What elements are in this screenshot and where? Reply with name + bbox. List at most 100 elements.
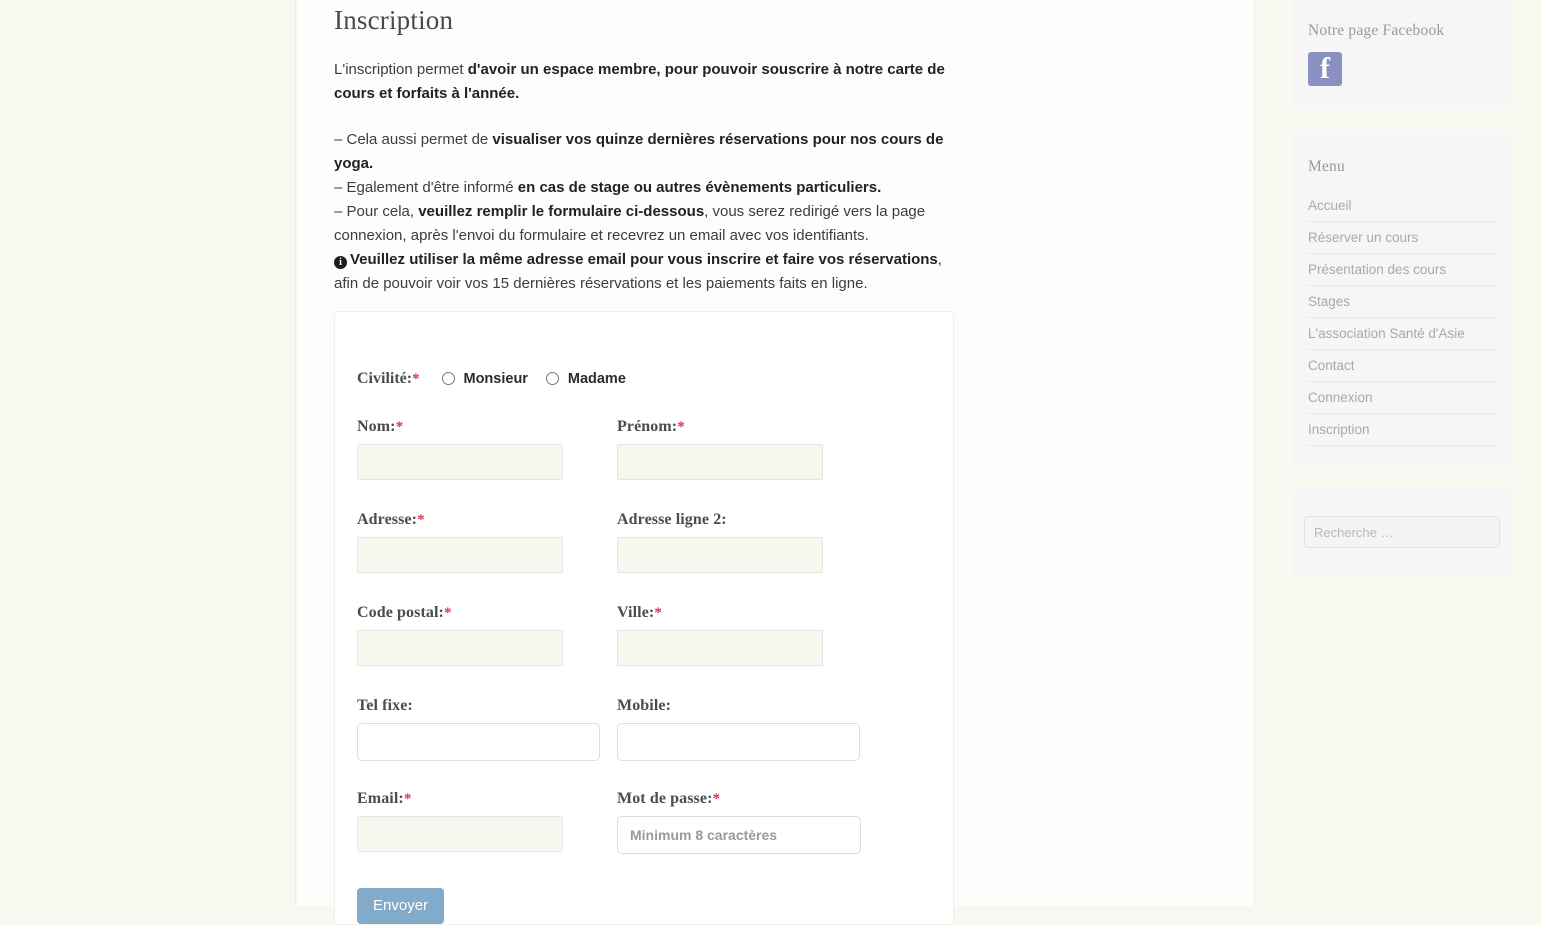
nom-label: Nom:* [357,418,563,436]
code-postal-input[interactable] [357,630,563,666]
tel-fixe-label-text: Tel fixe: [357,697,413,714]
menu-item: Inscription [1308,414,1496,446]
menu-item: Accueil [1308,190,1496,222]
menu-item: Réserver un cours [1308,222,1496,254]
civilite-radio-group: Monsieur Madame [442,370,640,388]
widget-menu: Menu Accueil Réserver un cours Présentat… [1292,132,1512,466]
sidebar-item-inscription[interactable]: Inscription [1308,414,1496,445]
nom-required-mark: * [395,419,404,435]
radio-madame[interactable] [546,372,560,386]
civilite-required-mark: * [412,371,420,387]
civilite-label: Civilité:* [357,370,420,388]
email-required-mark: * [403,791,412,807]
registration-form: Civilité:* Monsieur Madame Nom:* Prénom:… [335,312,953,924]
adresse-required-mark: * [417,512,425,528]
field-nom: Nom:* [357,418,563,480]
sidebar-item-stages[interactable]: Stages [1308,286,1496,317]
field-adresse-ligne-2: Adresse ligne 2: [617,511,823,573]
email-label: Email:* [357,790,563,808]
prenom-label-text: Prénom: [617,418,678,435]
adresse-label-text: Adresse: [357,511,418,528]
adresse-label: Adresse:* [357,511,563,529]
field-mobile: Mobile: [617,697,860,761]
mobile-input[interactable] [617,723,860,761]
field-tel-fixe: Tel fixe: [357,697,600,761]
page-root: Inscription L'inscription permet d'avoir… [0,0,1541,925]
code-postal-label: Code postal:* [357,604,563,622]
row-email-password: Email:* Mot de passe:* [357,790,953,878]
prenom-required-mark: * [677,419,685,435]
ville-label: Ville:* [617,604,823,622]
page-title: Inscription [334,5,454,35]
row-telephones: Tel fixe: Mobile: [357,697,953,790]
field-ville: Ville:* [617,604,823,666]
mot-de-passe-label: Mot de passe:* [617,790,861,808]
bullet-item-2: – Egalement d'être informé en cas de sta… [334,176,956,200]
sidebar: Notre page Facebook Menu Accueil Réserve… [1292,0,1512,576]
left-gutter [0,0,296,906]
adresse-ligne-2-label-text: Adresse ligne 2: [617,511,727,528]
ville-required-mark: * [654,605,662,621]
bullet-item-4: i Veuillez utiliser la même adresse email… [334,248,956,296]
adresse-input[interactable] [357,537,563,573]
prenom-label: Prénom:* [617,418,823,436]
field-code-postal: Code postal:* [357,604,563,666]
mot-de-passe-required-mark: * [712,791,721,807]
radio-option-monsieur[interactable]: Monsieur [442,370,528,388]
code-postal-required-mark: * [443,605,452,621]
intro-lead: L'inscription permet [334,61,468,78]
bullet-item-1: – Cela aussi permet de visualiser vos qu… [334,128,956,176]
content-canvas: Inscription L'inscription permet d'avoir… [297,0,1512,925]
mobile-label-text: Mobile: [617,697,672,714]
submit-button[interactable]: Envoyer [357,888,445,924]
field-email: Email:* [357,790,563,852]
widget-search [1292,490,1512,576]
widget-facebook: Notre page Facebook [1292,0,1512,108]
email-label-text: Email: [357,790,404,807]
bullet-item-3: – Pour cela, veuillez remplir le formula… [334,200,956,248]
sidebar-item-reserver-un-cours[interactable]: Réserver un cours [1308,222,1496,253]
row-cp-ville: Code postal:* Ville:* [357,604,953,697]
civilite-label-text: Civilité: [357,370,413,387]
menu-item: Stages [1308,286,1496,318]
row-nom-prenom: Nom:* Prénom:* [357,418,953,511]
search-input[interactable] [1304,516,1500,548]
bullet-3-strong: veuillez remplir le formulaire ci-dessou… [418,203,705,220]
radio-monsieur[interactable] [442,372,456,386]
bullet-2-strong: en cas de stage ou autres évènements par… [517,179,882,196]
radio-option-madame[interactable]: Madame [546,370,626,388]
sidebar-item-presentation-des-cours[interactable]: Présentation des cours [1308,254,1496,285]
ville-input[interactable] [617,630,823,666]
mot-de-passe-input[interactable] [617,816,861,854]
menu-widget-title: Menu [1308,158,1345,175]
info-circle-icon: i [334,256,347,269]
radio-monsieur-label: Monsieur [463,370,528,387]
field-adresse: Adresse:* [357,511,563,573]
ville-label-text: Ville: [617,604,655,621]
adresse-ligne-2-label: Adresse ligne 2: [617,511,823,529]
menu-item: Connexion [1308,382,1496,414]
field-civilite: Civilité:* Monsieur Madame [357,370,953,418]
intro-paragraph: L'inscription permet d'avoir un espace m… [334,36,956,106]
tel-fixe-input[interactable] [357,723,600,761]
bullet-3-lead: – Pour cela, [334,203,419,220]
article-content: Inscription L'inscription permet d'avoir… [334,0,956,296]
bullet-1-lead: – Cela aussi permet de [334,131,493,148]
email-input[interactable] [357,816,563,852]
menu-item: L'association Santé d'Asie [1308,318,1496,350]
sidebar-item-accueil[interactable]: Accueil [1308,190,1496,221]
row-adresse: Adresse:* Adresse ligne 2: [357,511,953,604]
field-mot-de-passe: Mot de passe:* [617,790,861,854]
sidebar-item-contact[interactable]: Contact [1308,350,1496,381]
adresse-ligne-2-input[interactable] [617,537,823,573]
nom-input[interactable] [357,444,563,480]
facebook-widget-title: Notre page Facebook [1308,22,1445,39]
menu-list: Accueil Réserver un cours Présentation d… [1308,190,1496,446]
sidebar-item-association-sante-dasie[interactable]: L'association Santé d'Asie [1308,318,1496,349]
nom-label-text: Nom: [357,418,396,435]
prenom-input[interactable] [617,444,823,480]
facebook-icon[interactable] [1308,50,1342,88]
bullet-list: – Cela aussi permet de visualiser vos qu… [334,106,956,296]
menu-item: Présentation des cours [1308,254,1496,286]
sidebar-item-connexion[interactable]: Connexion [1308,382,1496,413]
